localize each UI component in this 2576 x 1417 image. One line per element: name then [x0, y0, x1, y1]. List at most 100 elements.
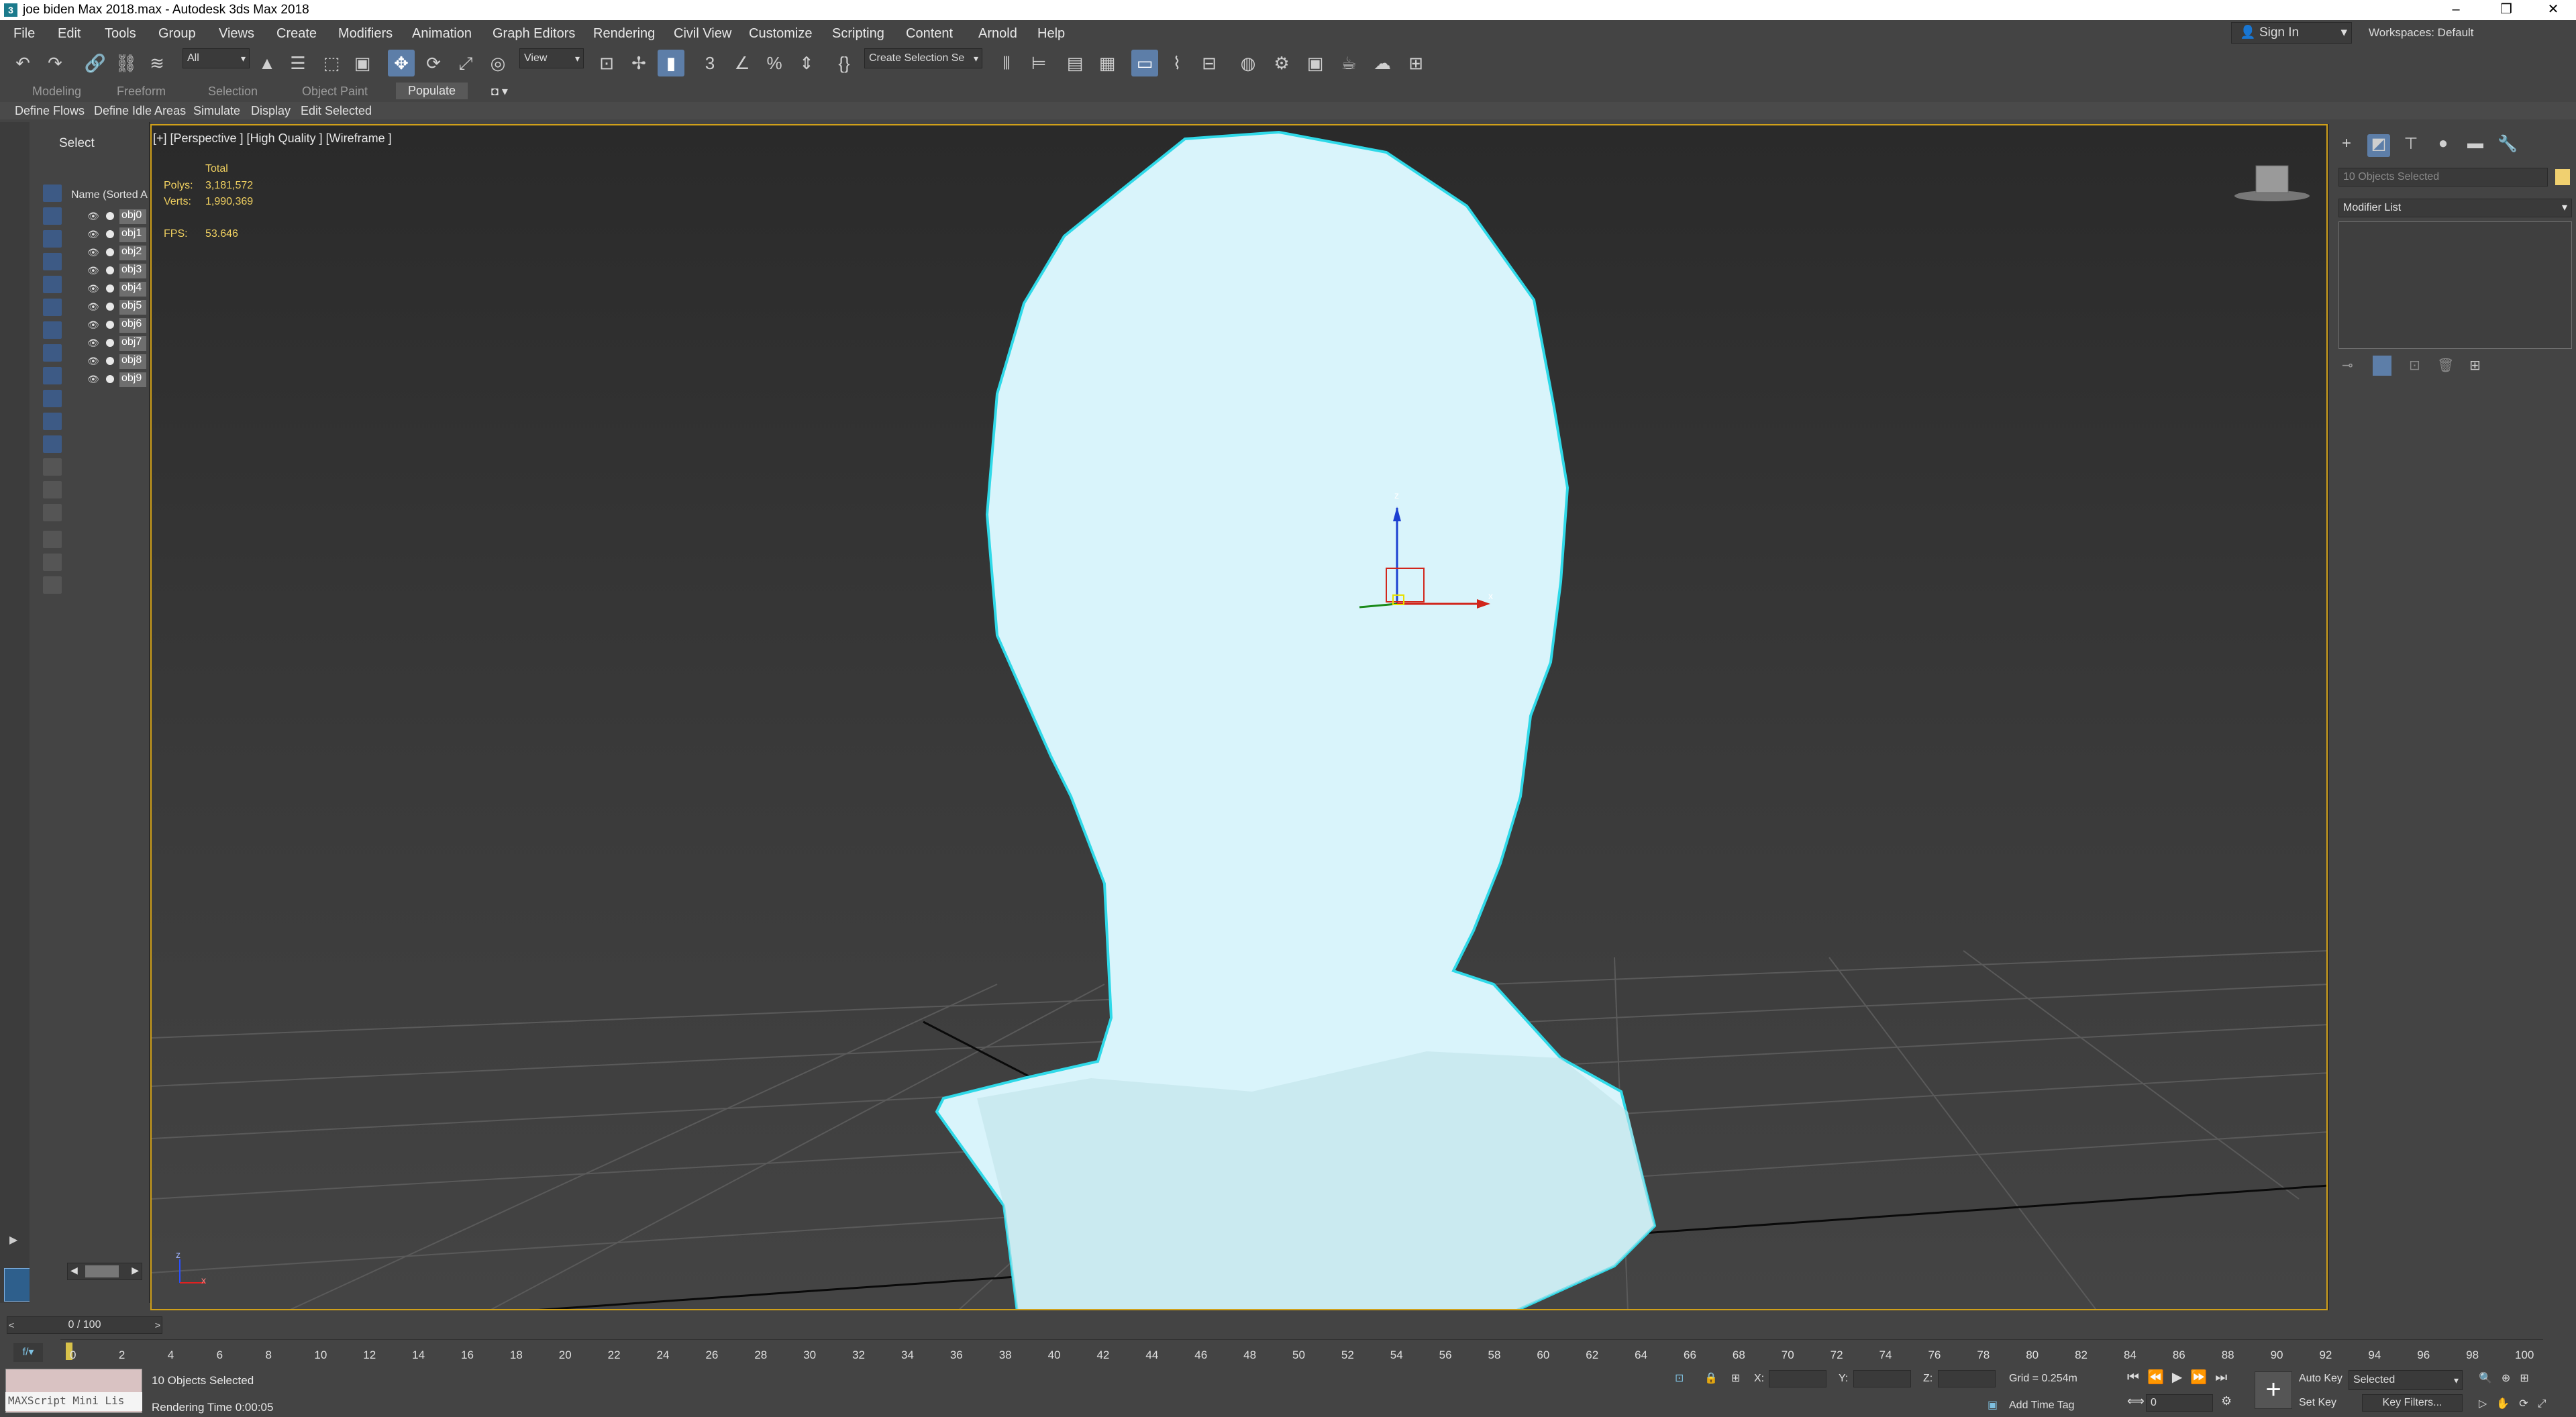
select-manipulate-icon[interactable]: ✢ [625, 50, 652, 76]
toggle-ribbon-icon[interactable]: ▭ [1131, 50, 1158, 76]
define-idle-areas-button[interactable]: Define Idle Areas [94, 104, 186, 118]
scroll-right-icon[interactable]: ▶ [132, 1265, 139, 1276]
scroll-left-icon[interactable]: ◀ [70, 1265, 78, 1276]
play-icon[interactable]: ▶ [2172, 1370, 2190, 1385]
select-and-move-icon[interactable]: ✥ [388, 50, 415, 76]
percent-snap-icon[interactable]: % [761, 50, 788, 76]
display-helpers-icon[interactable] [43, 276, 62, 293]
mirror-icon[interactable]: ⫴ [993, 50, 1020, 76]
create-tab-icon[interactable]: + [2335, 134, 2358, 157]
zoom-extents-icon[interactable]: ⊞ [2520, 1373, 2538, 1384]
tab-object-paint[interactable]: Object Paint [302, 85, 368, 99]
render-setup-icon[interactable]: ⚙ [1268, 50, 1295, 76]
list-item[interactable]: 👁 obj2 [87, 244, 148, 260]
freeze-icon[interactable] [106, 230, 114, 238]
list-item[interactable]: 👁 obj3 [87, 262, 148, 278]
maximize-viewport-icon[interactable]: ⤢ [2538, 1398, 2556, 1410]
spinner-snap-icon[interactable]: ⇕ [793, 50, 820, 76]
window-crossing-icon[interactable]: ▣ [349, 50, 376, 76]
curve-editor-icon[interactable]: ⌇ [1164, 50, 1190, 76]
display-shapes-icon[interactable] [43, 207, 62, 225]
unlink-icon[interactable]: ⛓ [113, 50, 140, 76]
menu-create[interactable]: Create [276, 26, 317, 42]
viewport-label[interactable]: [+] [Perspective ] [High Quality ] [Wire… [153, 132, 392, 146]
freeze-icon[interactable] [106, 284, 114, 293]
tab-populate[interactable]: Populate [396, 83, 468, 99]
key-filters-button[interactable]: Key Filters... [2362, 1394, 2463, 1412]
rendered-frame-window-icon[interactable]: ▣ [1302, 50, 1329, 76]
configure-modifier-sets-icon[interactable]: ⊞ [2469, 357, 2481, 374]
viewcube-icon[interactable] [2234, 165, 2310, 201]
find-icon[interactable] [43, 576, 62, 594]
set-key-button[interactable]: Set Key [2299, 1397, 2336, 1409]
tab-freeform[interactable]: Freeform [117, 85, 166, 99]
select-and-scale-icon[interactable]: ⤢ [452, 50, 479, 76]
render-iterative-icon[interactable]: ⊞ [1402, 50, 1429, 76]
menu-content[interactable]: Content [906, 26, 953, 42]
object-color-swatch[interactable] [2555, 169, 2570, 185]
select-object-icon[interactable]: ▲ [254, 50, 280, 76]
freeze-icon[interactable] [106, 303, 114, 311]
simulate-button[interactable]: Simulate [193, 104, 240, 118]
link-icon[interactable]: 🔗 [82, 50, 109, 76]
zoom-all-icon[interactable]: ⊕ [2502, 1373, 2520, 1384]
list-item[interactable]: 👁 obj5 [87, 299, 148, 315]
named-selection-sets-dropdown[interactable]: Create Selection Se [864, 48, 982, 68]
menu-edit[interactable]: Edit [58, 26, 81, 42]
select-and-rotate-icon[interactable]: ⟳ [420, 50, 447, 76]
freeze-icon[interactable] [106, 321, 114, 329]
eye-icon[interactable]: 👁 [87, 374, 99, 385]
list-item[interactable]: 👁 obj9 [87, 371, 148, 387]
modifier-stack[interactable] [2338, 221, 2572, 349]
key-mode-toggle-icon[interactable]: ⟺ [2127, 1394, 2145, 1408]
menu-arnold[interactable]: Arnold [978, 26, 1017, 42]
menu-civil-view[interactable]: Civil View [674, 26, 731, 42]
ribbon-options-icon[interactable]: ◘ ▾ [491, 85, 508, 99]
menu-scripting[interactable]: Scripting [832, 26, 884, 42]
display-geometry-icon[interactable] [43, 185, 62, 202]
pan-icon[interactable]: ✋ [2496, 1398, 2519, 1410]
previous-frame-icon[interactable]: ⏪ [2147, 1370, 2172, 1385]
prev-frame-icon[interactable]: < [9, 1317, 14, 1333]
display-lights-icon[interactable] [43, 230, 62, 248]
eye-icon[interactable]: 👁 [87, 356, 99, 367]
x-coordinate-field[interactable] [1769, 1370, 1826, 1387]
freeze-icon[interactable] [106, 248, 114, 256]
eye-icon[interactable]: 👁 [87, 301, 99, 313]
list-item[interactable]: 👁 obj8 [87, 353, 148, 369]
freeze-icon[interactable] [106, 266, 114, 274]
toggle-scene-explorer-icon[interactable]: ▤ [1062, 50, 1088, 76]
absolute-mode-icon[interactable]: ⊞ [1731, 1371, 1740, 1385]
go-to-end-icon[interactable]: ⏭ [2215, 1370, 2235, 1385]
edit-named-selection-icon[interactable]: {} [831, 50, 858, 76]
go-to-start-icon[interactable]: ⏮ [2127, 1370, 2147, 1385]
define-flows-button[interactable]: Define Flows [15, 104, 85, 118]
display-none-icon[interactable] [43, 481, 62, 498]
display-cameras-icon[interactable] [43, 253, 62, 270]
sign-in-button[interactable]: 👤 Sign In ▾ [2231, 22, 2352, 44]
render-production-icon[interactable]: ☕ [1335, 50, 1362, 76]
select-by-name-icon[interactable]: ☰ [285, 50, 311, 76]
redo-icon[interactable]: ↷ [42, 50, 68, 76]
edit-selected-button[interactable]: Edit Selected [301, 104, 372, 118]
remove-modifier-icon[interactable]: 🗑 [2437, 357, 2454, 374]
time-tag-icon[interactable]: ▣ [1988, 1398, 1998, 1412]
display-xrefs-icon[interactable] [43, 344, 62, 362]
zoom-icon[interactable]: 🔍 [2479, 1373, 2502, 1384]
next-frame-icon[interactable]: > [155, 1317, 160, 1333]
display-tab-icon[interactable]: ▬ [2464, 134, 2487, 157]
hierarchy-tab-icon[interactable]: ⊤ [2400, 134, 2422, 157]
orbit-icon[interactable]: ⟳ [2519, 1398, 2537, 1410]
modify-tab-icon[interactable]: ◩ [2367, 134, 2390, 157]
freeze-icon[interactable] [106, 212, 114, 220]
selection-filter-dropdown[interactable]: All [183, 48, 250, 68]
name-column-header[interactable]: Name (Sorted A [71, 189, 148, 201]
menu-views[interactable]: Views [219, 26, 254, 42]
list-item[interactable]: 👁 obj1 [87, 226, 148, 242]
keyboard-shortcut-override-icon[interactable]: ▮ [658, 50, 684, 76]
time-configuration-icon[interactable]: ⚙ [2221, 1394, 2232, 1408]
menu-graph-editors[interactable]: Graph Editors [493, 26, 575, 42]
eye-icon[interactable]: 👁 [87, 265, 99, 276]
menu-file[interactable]: File [13, 26, 35, 42]
selection-lock-icon[interactable]: 🔒 [1704, 1371, 1718, 1385]
